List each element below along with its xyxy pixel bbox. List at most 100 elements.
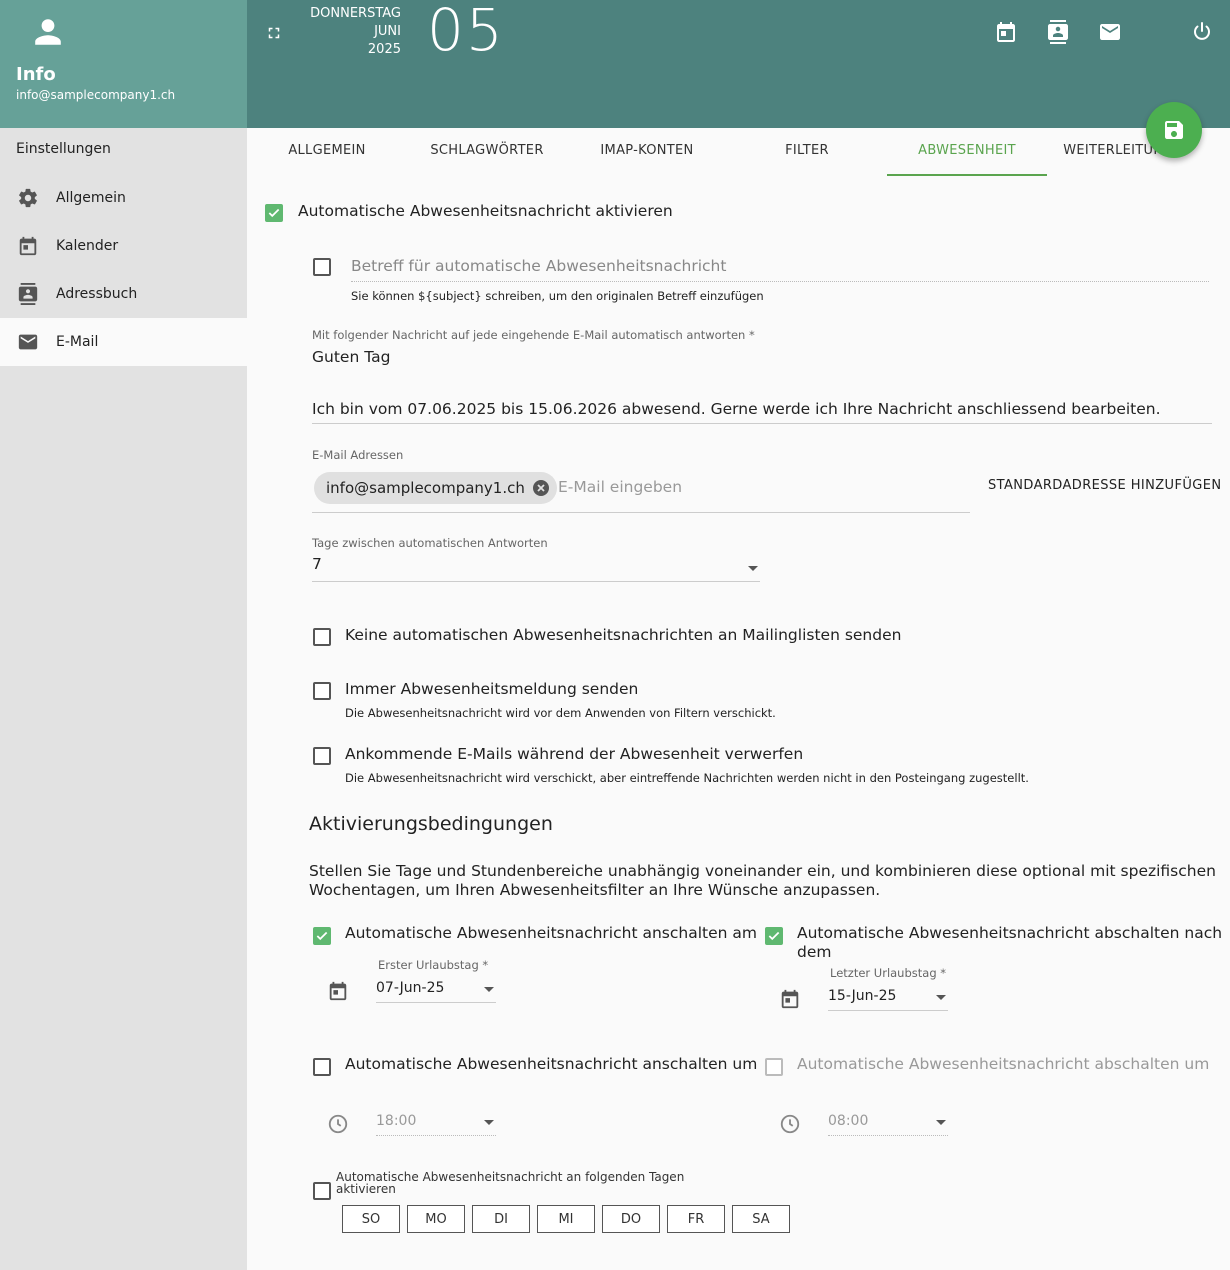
- discard-hint: Die Abwesenheitsnachricht wird verschick…: [345, 771, 1029, 785]
- weekday-button-sa[interactable]: SA: [732, 1205, 790, 1233]
- weekday-button-so[interactable]: SO: [342, 1205, 400, 1233]
- clock-icon: [328, 1114, 348, 1134]
- add-default-address-button[interactable]: STANDARDADRESSE HINZUFÜGEN: [988, 478, 1221, 493]
- dropdown-arrow-icon: [936, 995, 946, 1000]
- subject-placeholder: Betreff für automatische Abwesenheitsnac…: [351, 257, 727, 275]
- calendar-icon[interactable]: [994, 20, 1018, 44]
- fullscreen-icon[interactable]: [265, 24, 283, 42]
- activate-label: Automatische Abwesenheitsnachricht aktiv…: [298, 202, 673, 220]
- sidebar-item-email[interactable]: E-Mail: [0, 318, 247, 366]
- dropdown-arrow-icon: [484, 1120, 494, 1125]
- first-day-value: 07-Jun-25: [376, 980, 445, 996]
- last-day-label: Letzter Urlaubstag *: [830, 966, 947, 980]
- activate-checkbox[interactable]: [265, 204, 283, 222]
- subject-input[interactable]: Betreff für automatische Abwesenheitsnac…: [351, 256, 1209, 282]
- subject-checkbox[interactable]: [313, 258, 331, 276]
- enable-on-date-label: Automatische Abwesenheitsnachricht ansch…: [345, 924, 757, 942]
- user-email: info@samplecompany1.ch: [16, 88, 176, 102]
- disable-after-date-checkbox[interactable]: [765, 927, 783, 945]
- sidebar-item-label: Allgemein: [56, 190, 126, 206]
- always-send-checkbox[interactable]: [313, 682, 331, 700]
- sidebar-item-kalender[interactable]: Kalender: [0, 222, 247, 270]
- save-button[interactable]: [1146, 102, 1202, 158]
- email-chip-text: info@samplecompany1.ch: [326, 479, 525, 497]
- disable-after-date-label: Automatische Abwesenheitsnachricht absch…: [797, 924, 1223, 961]
- calendar-icon: [16, 234, 40, 258]
- activation-description: Stellen Sie Tage und Stundenbereiche una…: [309, 862, 1216, 899]
- no-mailinglist-checkbox[interactable]: [313, 628, 331, 646]
- disable-at-time-checkbox[interactable]: [765, 1058, 783, 1076]
- mail-icon: [16, 330, 40, 354]
- weekday-button-mo[interactable]: MO: [407, 1205, 465, 1233]
- enable-at-time-checkbox[interactable]: [313, 1058, 331, 1076]
- sidebar-item-label: E-Mail: [56, 334, 99, 350]
- discard-checkbox[interactable]: [313, 747, 331, 765]
- sidebar-item-adressbuch[interactable]: Adressbuch: [0, 270, 247, 318]
- tab-filter[interactable]: FILTER: [727, 128, 887, 176]
- sidebar-item-label: Adressbuch: [56, 286, 138, 302]
- dropdown-arrow-icon: [484, 987, 494, 992]
- day-number: 05: [427, 0, 505, 64]
- days-between-select[interactable]: 7: [312, 554, 760, 582]
- message-line-1: Guten Tag: [312, 348, 391, 366]
- message-label: Mit folgender Nachricht auf jede eingehe…: [312, 328, 755, 342]
- power-icon[interactable]: [1190, 20, 1214, 44]
- disable-at-time-label: Automatische Abwesenheitsnachricht absch…: [797, 1055, 1210, 1073]
- calendar-icon[interactable]: [327, 980, 349, 1002]
- clock-icon: [780, 1114, 800, 1134]
- calendar-icon[interactable]: [779, 988, 801, 1010]
- mail-icon[interactable]: [1098, 20, 1122, 44]
- first-day-label: Erster Urlaubstag *: [378, 958, 489, 972]
- no-mailinglist-label: Keine automatischen Abwesenheitsnachrich…: [345, 626, 902, 644]
- first-day-select[interactable]: 07-Jun-25: [376, 977, 496, 1003]
- user-avatar-icon: [35, 19, 61, 45]
- disable-time-select[interactable]: 08:00: [828, 1110, 948, 1136]
- message-textarea[interactable]: Guten Tag Ich bin vom 07.06.2025 bis 15.…: [312, 346, 1212, 424]
- user-name: Info: [16, 64, 56, 85]
- enable-time-select[interactable]: 18:00: [376, 1110, 496, 1136]
- tab-imap-konten[interactable]: IMAP-KONTEN: [567, 128, 727, 176]
- sidebar-item-allgemein[interactable]: Allgemein: [0, 174, 247, 222]
- save-icon: [1165, 121, 1183, 139]
- weekday-button-di[interactable]: DI: [472, 1205, 530, 1233]
- date-text: DONNERSTAG JUNI 2025: [287, 5, 401, 59]
- weekday: DONNERSTAG: [310, 6, 401, 21]
- weekday-button-mi[interactable]: MI: [537, 1205, 595, 1233]
- enable-at-time-label: Automatische Abwesenheitsnachricht ansch…: [345, 1055, 758, 1073]
- email-chip: info@samplecompany1.ch: [314, 472, 557, 504]
- tab-schlagwoerter[interactable]: SCHLAGWÖRTER: [407, 128, 567, 176]
- activation-title: Aktivierungsbedingungen: [309, 813, 553, 835]
- weekdays-label: Automatische Abwesenheitsnachricht an fo…: [336, 1170, 685, 1196]
- email-addresses-input[interactable]: info@samplecompany1.ch E-Mail eingeben: [312, 468, 970, 513]
- month: JUNI: [374, 24, 401, 39]
- sidebar-item-label: Kalender: [56, 238, 119, 254]
- message-line-2: Ich bin vom 07.06.2025 bis 15.06.2026 ab…: [312, 400, 1161, 418]
- weekday-button-fr[interactable]: FR: [667, 1205, 725, 1233]
- weekday-buttons: SO MO DI MI DO FR SA: [342, 1205, 790, 1233]
- enable-time-value: 18:00: [376, 1113, 417, 1129]
- days-between-label: Tage zwischen automatischen Antworten: [312, 536, 548, 550]
- enable-on-date-checkbox[interactable]: [313, 927, 331, 945]
- disable-time-value: 08:00: [828, 1113, 869, 1129]
- discard-label: Ankommende E-Mails während der Abwesenhe…: [345, 745, 804, 763]
- sidebar-section-title: Einstellungen: [16, 141, 111, 157]
- gear-icon: [16, 186, 40, 210]
- sidebar-header: Info info@samplecompany1.ch: [0, 0, 247, 128]
- top-bar: DONNERSTAG JUNI 2025 05: [247, 0, 1230, 128]
- always-send-label: Immer Abwesenheitsmeldung senden: [345, 680, 639, 698]
- always-send-hint: Die Abwesenheitsnachricht wird vor dem A…: [345, 706, 776, 720]
- weekday-button-do[interactable]: DO: [602, 1205, 660, 1233]
- tab-allgemein[interactable]: ALLGEMEIN: [247, 128, 407, 176]
- year: 2025: [367, 42, 401, 57]
- tab-abwesenheit[interactable]: ABWESENHEIT: [887, 128, 1047, 176]
- days-between-value: 7: [312, 555, 322, 573]
- weekdays-checkbox[interactable]: [313, 1182, 331, 1200]
- contacts-icon: [16, 282, 40, 306]
- contacts-icon[interactable]: [1046, 20, 1070, 44]
- remove-chip-icon[interactable]: [532, 480, 549, 496]
- email-addresses-label: E-Mail Adressen: [312, 448, 404, 462]
- vacation-settings-form: Automatische Abwesenheitsnachricht aktiv…: [247, 176, 1230, 1270]
- last-day-select[interactable]: 15-Jun-25: [828, 985, 948, 1011]
- email-input-placeholder: E-Mail eingeben: [558, 478, 683, 496]
- subject-hint: Sie können ${subject} schreiben, um den …: [351, 289, 764, 303]
